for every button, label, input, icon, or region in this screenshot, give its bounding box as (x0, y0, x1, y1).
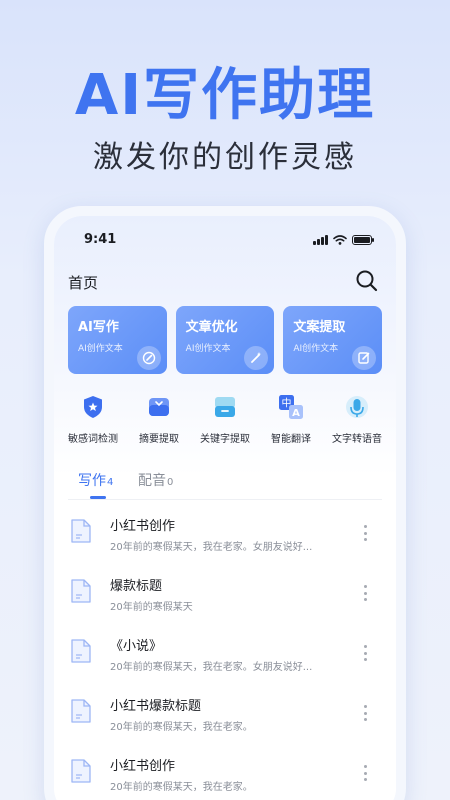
edit-icon (352, 346, 377, 370)
document-icon (71, 639, 91, 663)
battery-icon (352, 235, 374, 245)
active-tab-indicator (90, 496, 106, 499)
wifi-icon (333, 235, 347, 245)
tab-dubbing[interactable]: 配音0 (138, 470, 173, 490)
hero-title: AI写作助理 (74, 63, 376, 128)
content-tabs: 写作4 配音0 (68, 468, 382, 500)
card-ai-writing[interactable]: AI写作 AI创作文本 (68, 306, 167, 374)
tool-grid: 敏感词检测 摘要提取 关键字提取 中A 智能翻译 文字转语音 (60, 392, 390, 445)
card-title: 文章优化 (185, 320, 238, 335)
item-title: 小红书爆款标题 (110, 699, 202, 714)
tool-label: 关键字提取 (200, 434, 250, 445)
document-icon (71, 699, 91, 723)
list-item[interactable]: 爆款标题 20年前的寒假某天 (68, 572, 382, 632)
item-description: 20年前的寒假某天，我在老家。 (110, 782, 253, 793)
tool-label: 文字转语音 (332, 434, 382, 445)
tool-label: 敏感词检测 (68, 434, 118, 445)
status-time: 9:41 (84, 232, 117, 247)
more-options-icon[interactable] (358, 702, 372, 724)
document-icon (71, 759, 91, 783)
top-nav: 首页 (68, 266, 382, 296)
tool-label: 智能翻译 (271, 434, 311, 445)
item-description: 20年前的寒假某天，我在老家。 (110, 722, 253, 733)
more-options-icon[interactable] (358, 762, 372, 784)
more-options-icon[interactable] (358, 582, 372, 604)
tab-count: 0 (167, 477, 174, 488)
tab-writing[interactable]: 写作4 (78, 470, 113, 490)
tool-keyword-extract[interactable]: 关键字提取 (192, 392, 258, 445)
item-title: 小红书创作 (110, 519, 176, 534)
tool-text-to-speech[interactable]: 文字转语音 (324, 392, 390, 445)
document-list: 小红书创作 20年前的寒假某天，我在老家。女朋友说好... 爆款标题 20年前的… (68, 512, 382, 800)
item-title: 爆款标题 (110, 579, 163, 594)
item-description: 20年前的寒假某天，我在老家。女朋友说好... (110, 542, 313, 553)
list-item[interactable]: 小红书创作 20年前的寒假某天，我在老家。 (68, 752, 382, 800)
card-title: 文案提取 (293, 320, 346, 335)
list-item[interactable]: 小红书创作 20年前的寒假某天，我在老家。女朋友说好... (68, 512, 382, 572)
signal-icon (313, 235, 328, 245)
hero-subtitle: 激发你的创作灵感 (93, 140, 357, 175)
list-item[interactable]: 小红书爆款标题 20年前的寒假某天，我在老家。 (68, 692, 382, 752)
status-bar: 9:41 (84, 232, 374, 252)
item-description: 20年前的寒假某天，我在老家。女朋友说好... (110, 662, 313, 673)
card-copy-extract[interactable]: 文案提取 AI创作文本 (283, 306, 383, 374)
translate-icon: 中A (276, 392, 306, 422)
card-article-optimize[interactable]: 文章优化 AI创作文本 (175, 306, 275, 374)
list-item[interactable]: 《小说》 20年前的寒假某天，我在老家。女朋友说好... (68, 632, 382, 692)
magic-wand-icon (244, 346, 269, 370)
item-description: 20年前的寒假某天 (110, 602, 193, 613)
item-title: 《小说》 (110, 639, 163, 654)
tool-sensitive-word-check[interactable]: 敏感词检测 (60, 392, 126, 445)
page-title: 首页 (68, 274, 99, 292)
shield-icon (78, 392, 108, 422)
app-screen: 9:41 首页 AI写作 AI创作文本 文章优化 AI创作文本 文案提取 AI创… (54, 216, 396, 800)
svg-text:A: A (292, 408, 300, 419)
microphone-icon (342, 392, 372, 422)
more-options-icon[interactable] (358, 642, 372, 664)
phone-frame: 9:41 首页 AI写作 AI创作文本 文章优化 AI创作文本 文案提取 AI创… (44, 206, 406, 800)
tab-count: 4 (107, 477, 114, 488)
more-options-icon[interactable] (358, 522, 372, 544)
tool-smart-translate[interactable]: 中A 智能翻译 (258, 392, 324, 445)
search-icon[interactable] (354, 268, 380, 294)
document-icon (71, 519, 91, 543)
document-icon (71, 579, 91, 603)
card-title: AI写作 (78, 320, 119, 335)
tab-label: 写作 (78, 473, 106, 489)
box-icon (210, 392, 240, 422)
tab-label: 配音 (138, 473, 166, 489)
feature-cards: AI写作 AI创作文本 文章优化 AI创作文本 文案提取 AI创作文本 (68, 306, 383, 374)
tool-summary-extract[interactable]: 摘要提取 (126, 392, 192, 445)
status-icons (313, 235, 374, 245)
item-title: 小红书创作 (110, 759, 176, 774)
pen-icon (136, 346, 161, 370)
tray-icon (144, 392, 174, 422)
tool-label: 摘要提取 (139, 434, 179, 445)
